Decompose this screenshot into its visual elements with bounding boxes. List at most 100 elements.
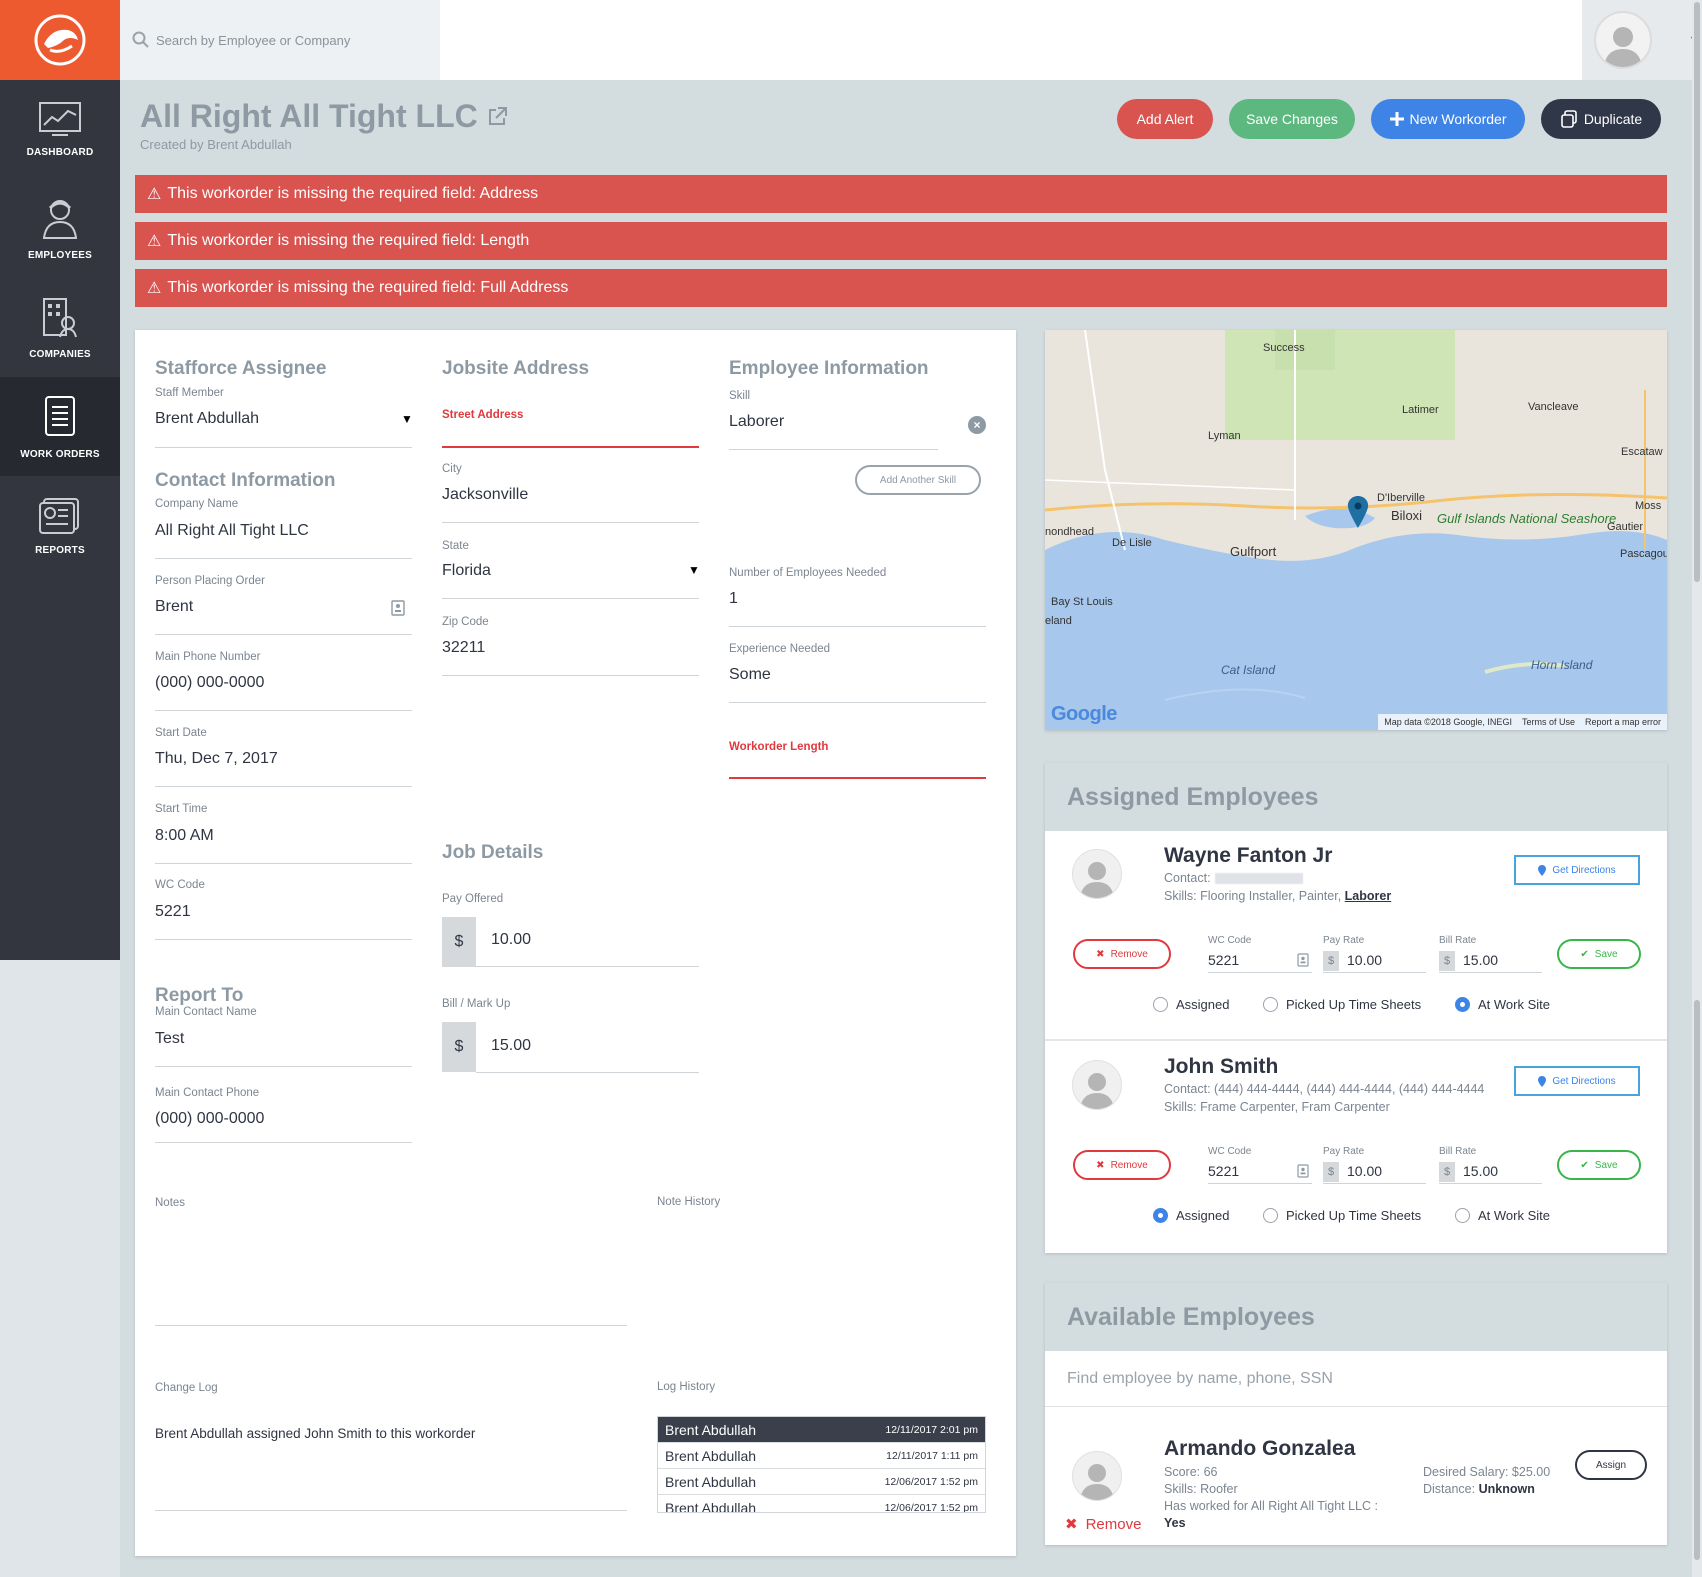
remove-link[interactable]: ✖ Remove — [1065, 1515, 1141, 1534]
start-date-field[interactable]: Thu, Dec 7, 2017 — [155, 750, 278, 768]
main-contact-name-field[interactable]: Test — [155, 1030, 184, 1048]
nav-employees[interactable]: EMPLOYEES — [0, 179, 120, 278]
status-radio-timesheets[interactable]: Picked Up Time Sheets — [1263, 997, 1421, 1012]
employee-name[interactable]: Armando Gonzalea — [1164, 1437, 1355, 1461]
log-row[interactable]: Brent Abdullah 12/11/2017 2:01 pm — [658, 1417, 985, 1443]
field-underline — [476, 966, 699, 967]
map-label: Vancleave — [1528, 401, 1579, 413]
field-underline — [729, 702, 986, 703]
log-row[interactable]: Brent Abdullah 12/06/2017 1:52 pm — [658, 1469, 985, 1495]
remove-button[interactable]: ✖ Remove — [1073, 939, 1171, 969]
nav-work-orders[interactable]: WORK ORDERS — [0, 377, 120, 476]
get-directions-label: Get Directions — [1552, 864, 1616, 876]
pay-rate-field[interactable]: 10.00 — [1347, 952, 1382, 968]
status-radio-timesheets[interactable]: Picked Up Time Sheets — [1263, 1208, 1421, 1223]
person-placing-order-field[interactable]: Brent — [155, 598, 193, 616]
save-button[interactable]: ✔ Save — [1557, 1150, 1641, 1180]
external-link-icon[interactable] — [486, 106, 508, 128]
employee-name[interactable]: John Smith — [1164, 1055, 1278, 1079]
radio-circle — [1263, 1208, 1278, 1223]
profile-menu[interactable]: ▼ — [1582, 0, 1702, 80]
experience-needed-field[interactable]: Some — [729, 666, 771, 684]
staff-member-select[interactable]: Brent Abdullah — [155, 410, 259, 428]
worked-for-label: Has worked for All Right All Tight LLC : — [1164, 1499, 1378, 1513]
bill-markup-field[interactable]: 15.00 — [491, 1037, 531, 1055]
wc-code-field[interactable]: 5221 — [1208, 1163, 1239, 1179]
map-report-error-link[interactable]: Report a map error — [1585, 717, 1661, 727]
close-icon: ✖ — [1096, 948, 1105, 960]
contact-card-icon[interactable] — [1297, 953, 1309, 967]
main-contact-name-label: Main Contact Name — [155, 1006, 257, 1018]
radio-circle-selected — [1153, 1208, 1168, 1223]
status-radio-assigned[interactable]: Assigned — [1153, 1208, 1229, 1223]
start-time-field[interactable]: 8:00 AM — [155, 827, 214, 845]
city-field[interactable]: Jacksonville — [442, 486, 528, 504]
contact-card-icon[interactable] — [1297, 1164, 1309, 1178]
contact-card-icon[interactable] — [391, 600, 405, 616]
notes-textarea[interactable] — [155, 1325, 627, 1326]
save-changes-button[interactable]: Save Changes — [1229, 99, 1355, 139]
duplicate-button[interactable]: Duplicate — [1541, 99, 1661, 139]
add-alert-button[interactable]: Add Alert — [1117, 99, 1213, 139]
created-by: Created by Brent Abdullah — [140, 137, 292, 152]
nav-reports[interactable]: REPORTS — [0, 476, 120, 575]
main-contact-phone-field[interactable]: (000) 000-0000 — [155, 1110, 264, 1128]
employees-needed-field[interactable]: 1 — [729, 590, 738, 608]
new-workorder-button[interactable]: New Workorder — [1371, 99, 1525, 139]
wc-code-field[interactable]: 5221 — [155, 903, 191, 921]
status-radio-at-work-site[interactable]: At Work Site — [1455, 997, 1550, 1012]
app-logo[interactable] — [0, 0, 120, 80]
scrollbar-thumb-bottom[interactable] — [1694, 1000, 1700, 1560]
assigned-employees-panel: Assigned Employees Wayne Fanton Jr Conta… — [1045, 763, 1667, 1253]
skill-field[interactable]: Laborer — [729, 413, 784, 431]
close-icon: ✖ — [1065, 1516, 1078, 1533]
map-terms-link[interactable]: Terms of Use — [1522, 717, 1575, 727]
assign-button[interactable]: Assign — [1575, 1450, 1647, 1480]
remove-button[interactable]: ✖ Remove — [1073, 1150, 1171, 1180]
remove-label: Remove — [1110, 948, 1148, 960]
log-history-table[interactable]: Brent Abdullah 12/11/2017 2:01 pm Brent A… — [657, 1416, 986, 1513]
company-name-label: Company Name — [155, 498, 239, 510]
dashboard-icon — [39, 102, 81, 136]
pay-offered-field[interactable]: 10.00 — [491, 931, 531, 949]
nav-companies[interactable]: COMPANIES — [0, 278, 120, 377]
contact-label: Contact: — [1164, 1082, 1211, 1096]
scrollbar-thumb-top[interactable] — [1694, 2, 1700, 582]
assigned-employees-title: Assigned Employees — [1045, 763, 1667, 831]
change-log-label: Change Log — [155, 1382, 218, 1394]
map-pin-icon[interactable] — [1346, 496, 1370, 528]
find-employee-input[interactable]: Find employee by name, phone, SSN — [1045, 1351, 1667, 1407]
global-search-input[interactable]: Search by Employee or Company — [120, 0, 440, 80]
status-radio-at-work-site[interactable]: At Work Site — [1455, 1208, 1550, 1223]
log-row[interactable]: Brent Abdullah 12/06/2017 1:52 pm — [658, 1495, 985, 1513]
currency-prefix: $ — [1439, 951, 1455, 971]
dropdown-arrow-icon[interactable]: ▼ — [688, 563, 700, 577]
main-phone-field[interactable]: (000) 000-0000 — [155, 674, 264, 692]
status-radio-assigned[interactable]: Assigned — [1153, 997, 1229, 1012]
state-select[interactable]: Florida — [442, 562, 491, 580]
log-row[interactable]: Brent Abdullah 12/11/2017 1:11 pm — [658, 1443, 985, 1469]
zip-code-field[interactable]: 32211 — [442, 639, 485, 657]
add-another-skill-button[interactable]: Add Another Skill — [855, 465, 981, 495]
employee-name[interactable]: Wayne Fanton Jr — [1164, 844, 1332, 868]
logo-icon — [34, 14, 86, 66]
company-name-field[interactable]: All Right All Tight LLC — [155, 522, 309, 540]
get-directions-button[interactable]: Get Directions — [1514, 1066, 1640, 1096]
clear-skill-icon[interactable]: × — [968, 416, 986, 434]
street-address-field[interactable] — [442, 446, 699, 448]
user-avatar[interactable] — [1594, 11, 1652, 69]
bill-rate-field[interactable]: 15.00 — [1463, 952, 1498, 968]
wc-code-label: WC Code — [1208, 935, 1252, 946]
dropdown-arrow-icon[interactable]: ▼ — [401, 412, 413, 426]
workorder-length-field[interactable] — [729, 777, 986, 779]
pay-rate-field[interactable]: 10.00 — [1347, 1163, 1382, 1179]
save-button[interactable]: ✔ Save — [1557, 939, 1641, 969]
jobsite-map[interactable]: Success Latimer Vancleave Lyman Escataw … — [1045, 330, 1667, 730]
bill-rate-field[interactable]: 15.00 — [1463, 1163, 1498, 1179]
get-directions-button[interactable]: Get Directions — [1514, 855, 1640, 885]
nav-dashboard[interactable]: DASHBOARD — [0, 80, 120, 179]
contact-label: Contact: — [1164, 871, 1211, 885]
scrollbar[interactable] — [1692, 0, 1702, 1577]
wc-code-field[interactable]: 5221 — [1208, 952, 1239, 968]
save-label: Save — [1594, 948, 1618, 960]
